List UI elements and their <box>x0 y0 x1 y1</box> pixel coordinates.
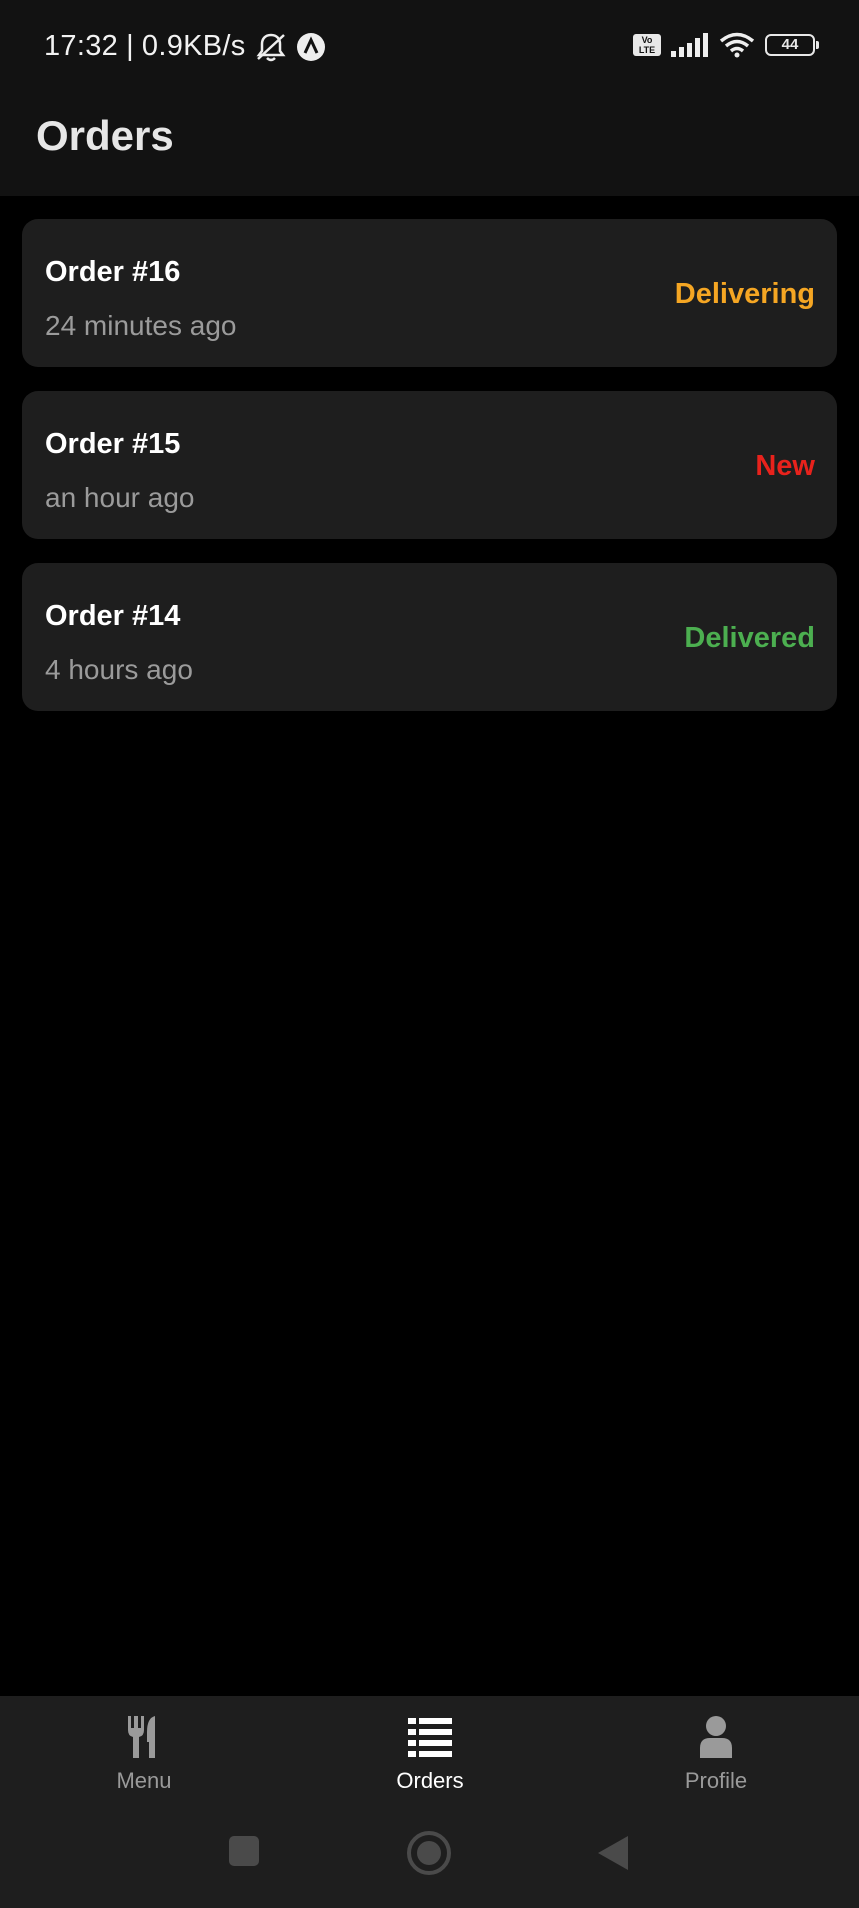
back-icon[interactable] <box>596 1834 630 1872</box>
nav-item-menu[interactable]: Menu <box>64 1714 224 1794</box>
home-icon[interactable] <box>406 1830 452 1876</box>
volte-icon: Vo LTE <box>633 34 661 56</box>
battery-level: 44 <box>781 36 799 53</box>
order-list: Order #16 24 minutes ago Delivering Orde… <box>22 219 837 735</box>
status-time: 17:32 <box>44 30 119 62</box>
signal-icon <box>671 33 708 57</box>
wifi-icon <box>719 32 755 58</box>
order-title: Order #15 <box>45 428 181 460</box>
status-bar: 17:32 | 0.9KB/s Vo LTE 44 <box>0 0 859 98</box>
nav-item-profile[interactable]: Profile <box>636 1714 796 1794</box>
order-time: 4 hours ago <box>45 654 193 685</box>
status-left: 17:32 | 0.9KB/s <box>44 30 326 63</box>
order-time: 24 minutes ago <box>45 310 237 341</box>
order-status-badge: New <box>755 450 815 482</box>
person-icon <box>700 1716 732 1758</box>
order-status-badge: Delivering <box>674 278 815 310</box>
status-right: Vo LTE 44 <box>633 32 819 58</box>
nav-label-menu: Menu <box>116 1768 172 1793</box>
order-card-16[interactable]: Order #16 24 minutes ago Delivering <box>22 219 837 367</box>
system-nav-bar <box>0 1804 859 1908</box>
order-time: an hour ago <box>45 482 195 513</box>
bottom-nav: Menu Orders Profile <box>0 1696 859 1804</box>
page-title: Orders <box>36 112 174 159</box>
app-notification-icon <box>296 32 325 61</box>
recent-apps-icon[interactable] <box>228 1834 260 1868</box>
mute-notifications-icon <box>256 33 286 61</box>
order-card-14[interactable]: Order #14 4 hours ago Delivered <box>22 563 837 711</box>
nav-item-orders[interactable]: Orders <box>350 1714 510 1794</box>
nav-label-profile: Profile <box>684 1768 748 1793</box>
order-title: Order #14 <box>45 600 181 632</box>
list-icon <box>408 1718 452 1757</box>
order-card-15[interactable]: Order #15 an hour ago New <box>22 391 837 539</box>
order-title: Order #16 <box>45 256 181 288</box>
order-status-badge: Delivered <box>684 622 815 654</box>
nav-label-orders: Orders <box>396 1768 464 1793</box>
status-separator: | <box>126 30 134 62</box>
fork-knife-icon <box>128 1716 155 1758</box>
app-header: Orders <box>0 98 859 196</box>
status-network-speed: 0.9KB/s <box>141 30 246 62</box>
battery-icon: 44 <box>765 34 819 56</box>
screen: 17:32 | 0.9KB/s Vo LTE 44 Orders Order #… <box>0 0 859 1908</box>
